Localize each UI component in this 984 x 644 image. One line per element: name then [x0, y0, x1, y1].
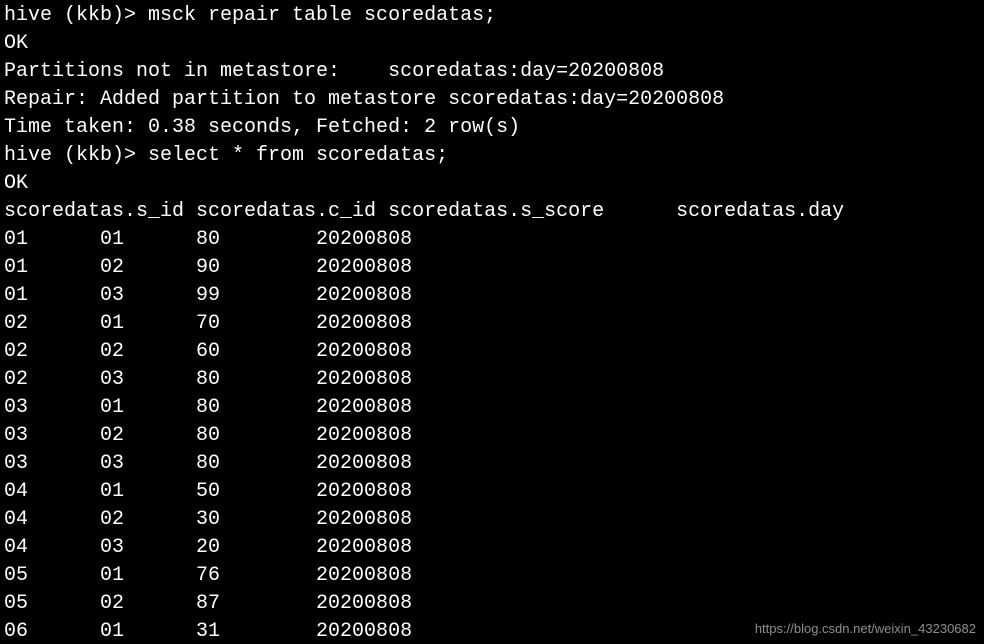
terminal-output[interactable]: hive (kkb)> msck repair table scoredatas… — [0, 0, 984, 644]
watermark-text: https://blog.csdn.net/weixin_43230682 — [755, 620, 976, 638]
